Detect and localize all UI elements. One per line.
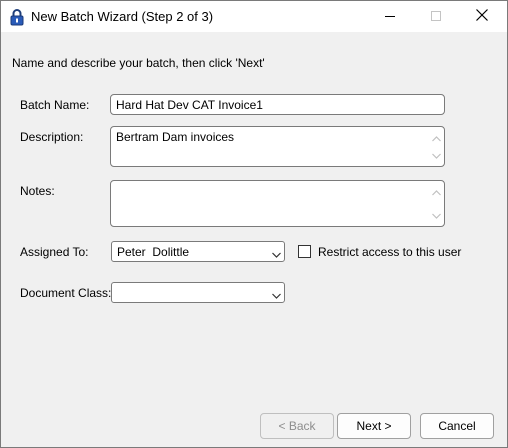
description-label: Description: [20, 130, 84, 144]
chevron-down-icon [272, 247, 281, 261]
document-class-select[interactable] [111, 282, 285, 303]
wizard-window: New Batch Wizard (Step 2 of 3) Name and … [0, 0, 508, 448]
document-class-label: Document Class: [20, 286, 112, 300]
scroll-down-icon[interactable] [432, 148, 441, 162]
restrict-access-label[interactable]: Restrict access to this user [318, 245, 461, 259]
batch-name-label: Batch Name: [20, 98, 90, 112]
restrict-access-checkbox[interactable] [298, 245, 311, 258]
batch-name-input[interactable]: Hard Hat Dev CAT Invoice1 [110, 94, 445, 115]
back-button[interactable]: < Back [260, 413, 334, 439]
description-textarea[interactable]: Bertram Dam invoices [110, 126, 445, 167]
close-icon [476, 9, 488, 24]
minimize-icon [385, 10, 395, 24]
assigned-to-value: Peter Dolittle [117, 245, 190, 259]
title-bar[interactable]: New Batch Wizard (Step 2 of 3) [1, 1, 507, 32]
lock-icon [10, 8, 24, 26]
assigned-to-select[interactable]: Peter Dolittle [111, 241, 285, 262]
minimize-button[interactable] [367, 1, 413, 32]
instructions-text: Name and describe your batch, then click… [12, 56, 265, 70]
close-button[interactable] [459, 1, 505, 32]
window-title: New Batch Wizard (Step 2 of 3) [31, 9, 214, 24]
description-text: Bertram Dam invoices [116, 130, 235, 144]
notes-textarea[interactable] [110, 180, 445, 227]
assigned-to-label: Assigned To: [20, 245, 89, 259]
next-button[interactable]: Next > [337, 413, 411, 439]
maximize-icon [431, 10, 441, 24]
maximize-button[interactable] [413, 1, 459, 32]
scroll-down-icon[interactable] [432, 208, 441, 222]
cancel-button[interactable]: Cancel [420, 413, 494, 439]
chevron-down-icon [272, 288, 281, 302]
scroll-up-icon[interactable] [432, 185, 441, 199]
scroll-up-icon[interactable] [432, 131, 441, 145]
notes-label: Notes: [20, 184, 55, 198]
